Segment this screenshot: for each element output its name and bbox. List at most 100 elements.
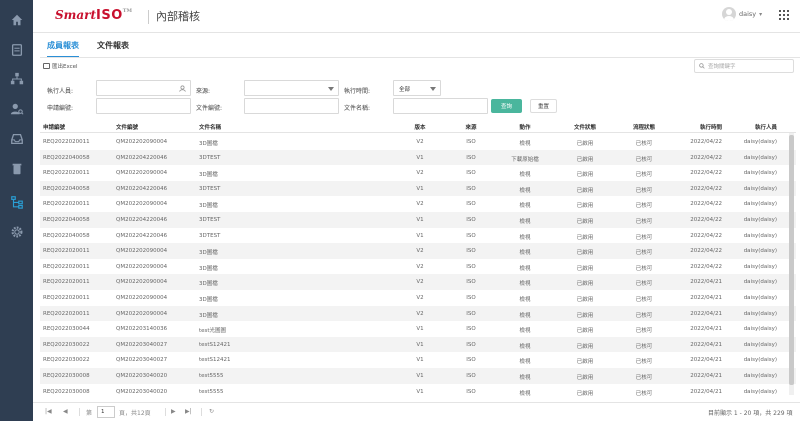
cell-exec-time: 2022/04/22 <box>690 232 722 239</box>
tab-document-report[interactable]: 文件報表 <box>97 40 129 58</box>
table-row[interactable]: REQ2022020011 QM202202090004 3D圖檔 V2 ISO 檢視 已啟… <box>40 165 796 181</box>
table-row[interactable]: REQ2022020011 QM202202090004 3D圖檔 V2 ISO 檢視 已啟… <box>40 305 796 322</box>
col-doc-no[interactable]: 文件編號 <box>116 123 138 131</box>
cell-action: 檢視 <box>519 297 531 303</box>
cell-doc-name: 3DTEST <box>199 232 221 239</box>
request-no-label: 申請編號: <box>47 105 74 112</box>
col-source[interactable]: 來源 <box>465 123 476 131</box>
user-name: daisy <box>739 10 757 18</box>
cell-executor: daisy(daisy) <box>743 279 777 286</box>
col-exec-time[interactable]: 執行時間 <box>700 123 722 131</box>
table-row[interactable]: REQ2022030022 QM202203040027 testS12421 V1 I… <box>40 336 796 353</box>
col-executor[interactable]: 執行人員 <box>755 123 777 131</box>
table-row[interactable]: REQ2022030008 QM202203040020 test5555 V1 ISO… <box>40 384 796 400</box>
refresh-icon[interactable]: ↻ <box>209 408 214 415</box>
cell-flow-status: 已核可 <box>635 281 653 288</box>
exec-time-label: 執行時間: <box>344 88 371 95</box>
cell-source: ISO <box>466 217 476 223</box>
table-row[interactable]: REQ2022020011 QM202202090004 3D圖檔 V2 ISO 檢視 已啟… <box>40 274 796 290</box>
col-request-no[interactable]: 申請編號 <box>43 123 65 131</box>
doc-name-input[interactable] <box>393 98 488 114</box>
cell-flow-status: 已核可 <box>635 375 653 381</box>
sidebar-item-trash[interactable] <box>0 157 33 181</box>
tab-member-report[interactable]: 成員報表 <box>47 40 79 58</box>
first-page-icon[interactable]: |◀ <box>45 408 52 415</box>
sidebar-item-documents[interactable] <box>0 38 33 62</box>
cell-request-no: REQ2022030008 <box>43 388 90 395</box>
table-row[interactable]: REQ2022040058 QM202204220046 3DTEST V1 ISO 下載… <box>40 149 796 166</box>
sidebar-item-flow[interactable] <box>0 190 33 214</box>
cell-doc-status: 已啟用 <box>576 203 594 210</box>
cell-request-no: REQ2022040058 <box>43 232 90 239</box>
cell-executor: daisy(daisy) <box>743 185 777 192</box>
table-row[interactable]: REQ2022020011 QM202202090004 3D圖檔 V2 ISO 檢視 已啟… <box>40 259 796 275</box>
cell-version: V1 <box>416 185 424 192</box>
col-doc-name[interactable]: 文件名稱 <box>199 123 221 131</box>
prev-page-icon[interactable]: ◀ <box>63 408 68 415</box>
keyword-search-input[interactable]: 查詢關鍵字 <box>694 59 794 73</box>
cell-exec-time: 2022/04/21 <box>690 310 722 317</box>
pager-divider <box>201 408 202 416</box>
cell-request-no: REQ2022020011 <box>43 279 90 286</box>
cell-request-no: REQ2022020011 <box>43 248 90 255</box>
inbox-icon <box>10 133 23 145</box>
cell-doc-status: 已啟用 <box>576 343 594 350</box>
col-version[interactable]: 版本 <box>414 123 425 131</box>
request-no-input[interactable] <box>96 98 191 114</box>
table-row[interactable]: REQ2022040058 QM202204220046 3DTEST V1 ISO 檢視… <box>40 212 796 228</box>
cell-doc-status: 已啟用 <box>576 265 594 272</box>
smartiso-logo[interactable]: SmartISOTM <box>55 8 132 23</box>
sidebar-item-settings[interactable] <box>0 220 33 244</box>
col-doc-status[interactable]: 文件狀態 <box>574 123 596 131</box>
exec-time-select[interactable]: 全部 <box>393 80 441 96</box>
cell-doc-status: 已啟用 <box>576 328 594 335</box>
cell-version: V1 <box>416 357 424 364</box>
cell-doc-name: 3DTEST <box>199 185 221 192</box>
sidebar-item-inbox[interactable] <box>0 127 33 151</box>
scrollbar-thumb[interactable] <box>789 135 794 385</box>
next-page-icon[interactable]: ▶ <box>171 408 176 415</box>
cell-source: ISO <box>466 201 476 208</box>
table-row[interactable]: REQ2022040058 QM202204220046 3DTEST V1 ISO 檢視… <box>40 228 796 244</box>
export-excel-button[interactable]: 匯出Excel <box>43 62 78 70</box>
search-placeholder: 查詢關鍵字 <box>708 64 736 70</box>
cell-flow-status: 已核可 <box>635 141 653 147</box>
cell-doc-name: 3D圖檔 <box>199 265 218 272</box>
table-row[interactable]: REQ2022020011 QM202202090004 3D圖檔 V2 ISO 檢視 已啟… <box>40 290 796 306</box>
sidebar-item-user-search[interactable] <box>0 97 33 121</box>
reset-button[interactable]: 重置 <box>530 99 557 113</box>
table-row[interactable]: REQ2022040058 QM202204220046 3DTEST V1 ISO 檢視… <box>40 180 796 197</box>
sidebar-item-home[interactable] <box>0 8 33 32</box>
doc-no-input[interactable] <box>244 98 339 114</box>
source-select[interactable] <box>244 80 339 96</box>
user-menu[interactable]: daisy ▾ <box>722 7 762 21</box>
table-row[interactable]: REQ2022020011 QM202202090004 3D圖檔 V2 ISO 檢視 已啟… <box>40 134 796 150</box>
cell-doc-name: 3D圖檔 <box>199 281 218 288</box>
table-row[interactable]: REQ2022030008 QM202203040020 test5555 V1 ISO… <box>40 368 796 384</box>
sidebar <box>0 0 33 421</box>
user-icon <box>179 85 186 92</box>
cell-doc-status: 已啟用 <box>576 359 594 366</box>
col-flow-status[interactable]: 流程狀態 <box>633 123 655 131</box>
query-button[interactable]: 查詢 <box>491 99 522 113</box>
cell-exec-time: 2022/04/21 <box>690 295 722 301</box>
table-row[interactable]: REQ2022020011 QM202202090004 3D圖檔 V2 ISO 檢視 已啟… <box>40 243 796 259</box>
table-row[interactable]: REQ2022030044 QM202203140036 test光圖圖 V1 ISO 檢… <box>40 321 796 337</box>
cell-request-no: REQ2022030008 <box>43 373 90 379</box>
page-number-input[interactable]: 1 <box>97 406 115 418</box>
cell-doc-no: QM202202090004 <box>116 139 168 145</box>
cell-source: ISO <box>466 139 476 145</box>
app-grid-button[interactable] <box>779 10 789 20</box>
col-action[interactable]: 動作 <box>519 123 530 131</box>
sidebar-item-organization[interactable] <box>0 67 33 91</box>
pagination-bar: |◀ ◀ 第 1 頁，共12頁 ▶ ▶| ↻ 目前顯示 1 - 20 項，共 2… <box>33 402 800 421</box>
table-scrollbar[interactable] <box>789 133 794 395</box>
cell-version: V2 <box>416 295 424 301</box>
table-row[interactable]: REQ2022030022 QM202203040027 testS12421 V1 I… <box>40 352 796 368</box>
last-page-icon[interactable]: ▶| <box>185 408 192 415</box>
executor-input[interactable] <box>96 80 191 96</box>
cell-executor: daisy(daisy) <box>743 326 777 333</box>
table-row[interactable]: REQ2022020011 QM202202090004 3D圖檔 V2 ISO 檢視 已啟… <box>40 196 796 212</box>
cell-exec-time: 2022/04/22 <box>690 170 722 177</box>
cell-action: 檢視 <box>519 281 531 288</box>
